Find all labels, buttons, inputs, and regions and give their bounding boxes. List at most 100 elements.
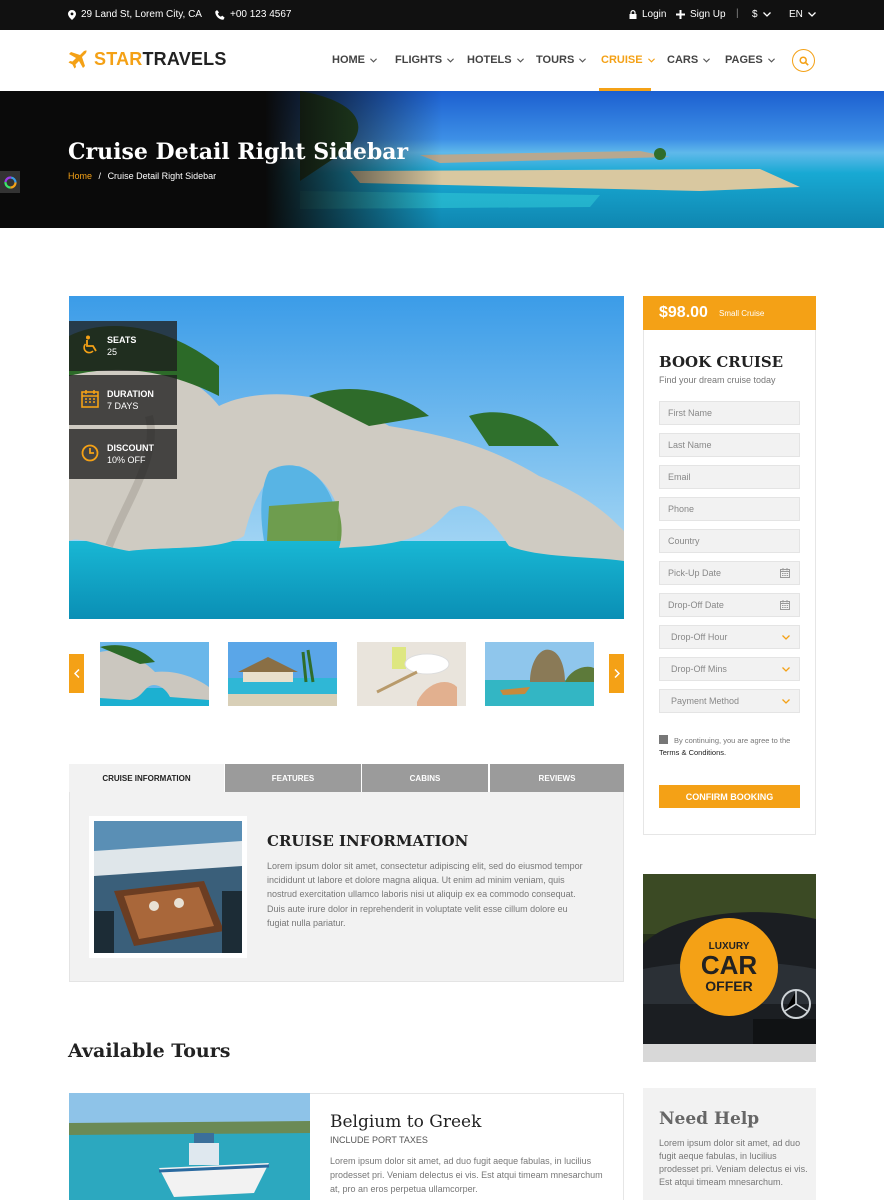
pickup-date-placeholder: Pick-Up Date: [668, 568, 722, 578]
main-header: STARTRAVELS HOME FLIGHTS HOTELS TOURS CR…: [0, 30, 884, 91]
stat-seats-value: 25: [107, 347, 118, 357]
color-switcher-toggle[interactable]: [0, 171, 20, 193]
first-name-field[interactable]: First Name: [659, 401, 800, 425]
chevron-down-icon: [703, 57, 711, 63]
nav-cars[interactable]: CARS: [667, 54, 711, 66]
pickup-date-field[interactable]: Pick-Up Date: [659, 561, 800, 585]
lock-icon: [629, 10, 637, 19]
offer-badge: LUXURY CAR OFFER: [680, 918, 778, 1016]
gallery-thumb[interactable]: [228, 642, 337, 706]
language-select[interactable]: EN: [789, 9, 816, 20]
dropoff-mins-value: Drop-Off Mins: [671, 664, 727, 674]
phone: +00 123 4567: [215, 9, 291, 20]
stat-duration: DURATION 7 DAYS: [69, 375, 177, 425]
country-field[interactable]: Country: [659, 529, 800, 553]
nav-home[interactable]: HOME: [332, 54, 377, 66]
detail-tabs: CRUISE INFORMATION FEATURES CABINS REVIE…: [69, 764, 624, 792]
divider: |: [736, 8, 739, 19]
need-help-title: Need Help: [659, 1109, 760, 1129]
tour-description: Lorem ipsum dolor sit amet, ad duo fugit…: [330, 1156, 603, 1194]
nav-home-label: HOME: [332, 54, 365, 66]
wheelchair-icon: [83, 335, 97, 354]
dropoff-date-field[interactable]: Drop-Off Date: [659, 593, 800, 617]
tab-features[interactable]: FEATURES: [225, 764, 361, 792]
nav-flights[interactable]: FLIGHTS: [395, 54, 455, 66]
chevron-down-icon: [762, 12, 771, 17]
stat-seats: SEATS 25: [69, 321, 177, 371]
nav-tours[interactable]: TOURS: [536, 54, 587, 66]
gallery-thumb[interactable]: [357, 642, 466, 706]
phone-field[interactable]: Phone: [659, 497, 800, 521]
search-button[interactable]: [792, 49, 815, 72]
address: 29 Land St, Lorem City, CA: [68, 9, 202, 20]
chevron-down-icon: [767, 57, 775, 63]
login-link[interactable]: Login: [629, 9, 666, 20]
chevron-down-icon: [782, 635, 790, 640]
chevron-down-icon: [647, 57, 655, 63]
price-value: $98.00: [659, 304, 708, 321]
gallery-thumb[interactable]: [485, 642, 594, 706]
gallery-thumb[interactable]: [100, 642, 209, 706]
nav-hotels-label: HOTELS: [467, 54, 512, 66]
stat-duration-label: DURATION: [107, 389, 154, 399]
currency-select[interactable]: $: [752, 9, 771, 20]
terms-link[interactable]: Terms & Conditions.: [659, 747, 726, 759]
nav-pages-label: PAGES: [725, 54, 763, 66]
airplane-icon: [68, 49, 87, 68]
booking-title: BOOK CRUISE: [659, 353, 784, 371]
payment-method-select[interactable]: Payment Method: [659, 689, 800, 713]
address-text: 29 Land St, Lorem City, CA: [81, 9, 202, 20]
tab-cabins[interactable]: CABINS: [362, 764, 488, 792]
info-text: Lorem ipsum dolor sit amet, consectetur …: [267, 861, 583, 928]
stat-seats-label: SEATS: [107, 335, 137, 345]
gallery-prev-button[interactable]: [69, 654, 84, 693]
nav-cars-label: CARS: [667, 54, 699, 66]
confirm-booking-button[interactable]: CONFIRM BOOKING: [659, 785, 800, 808]
offer-line2: CAR: [700, 949, 758, 980]
email-field[interactable]: Email: [659, 465, 800, 489]
nav-pages[interactable]: PAGES: [725, 54, 775, 66]
payment-method-value: Payment Method: [671, 696, 740, 706]
price-bar: $98.00 Small Cruise: [643, 296, 816, 330]
tab-cruise-information[interactable]: CRUISE INFORMATION: [69, 764, 224, 792]
stat-discount: DISCOUNT 10% OFF: [69, 429, 177, 479]
terms-text: By continuing, you are agree to the Term…: [659, 735, 809, 759]
agree-text: By continuing, you are agree to the: [674, 736, 791, 745]
nav-hotels[interactable]: HOTELS: [467, 54, 524, 66]
gallery-next-button[interactable]: [609, 654, 624, 693]
signup-label: Sign Up: [690, 9, 726, 20]
tour-image[interactable]: [69, 1093, 310, 1200]
search-icon: [798, 55, 809, 66]
chevron-left-icon: [73, 669, 80, 678]
calendar-icon: [780, 568, 790, 578]
clock-icon: [81, 444, 99, 462]
dropoff-hour-select[interactable]: Drop-Off Hour: [659, 625, 800, 649]
chevron-down-icon: [516, 57, 524, 63]
signup-link[interactable]: Sign Up: [676, 9, 726, 20]
tab-reviews[interactable]: REVIEWS: [490, 764, 624, 792]
breadcrumb-home[interactable]: Home: [68, 171, 92, 181]
breadcrumb-separator: /: [98, 171, 102, 181]
dropoff-hour-value: Drop-Off Hour: [671, 632, 728, 642]
page-title: Cruise Detail Right Sidebar: [68, 139, 409, 165]
tour-subtitle: INCLUDE PORT TAXES: [330, 1135, 428, 1145]
nav-cruise[interactable]: CRUISE: [601, 54, 655, 66]
first-name-placeholder: First Name: [668, 408, 713, 418]
need-help-text: Lorem ipsum dolor sit amet, ad duo fugit…: [659, 1138, 808, 1187]
dropoff-date-placeholder: Drop-Off Date: [668, 600, 724, 610]
color-wheel-icon: [3, 175, 17, 189]
logo[interactable]: STARTRAVELS: [68, 49, 227, 70]
offer-line3: OFFER: [705, 977, 753, 994]
calendar-icon: [780, 600, 790, 610]
last-name-field[interactable]: Last Name: [659, 433, 800, 457]
page-banner: Cruise Detail Right Sidebar Home / Cruis…: [0, 91, 884, 228]
price-tag: Small Cruise: [719, 309, 765, 318]
phone-placeholder: Phone: [668, 504, 695, 514]
chevron-right-icon: [613, 669, 620, 678]
phone-icon: [215, 9, 225, 20]
booking-subtitle: Find your dream cruise today: [659, 375, 776, 385]
dropoff-mins-select[interactable]: Drop-Off Mins: [659, 657, 800, 681]
tour-name[interactable]: Belgium to Greek: [330, 1112, 481, 1132]
email-placeholder: Email: [668, 472, 691, 482]
info-title: CRUISE INFORMATION: [267, 832, 469, 850]
